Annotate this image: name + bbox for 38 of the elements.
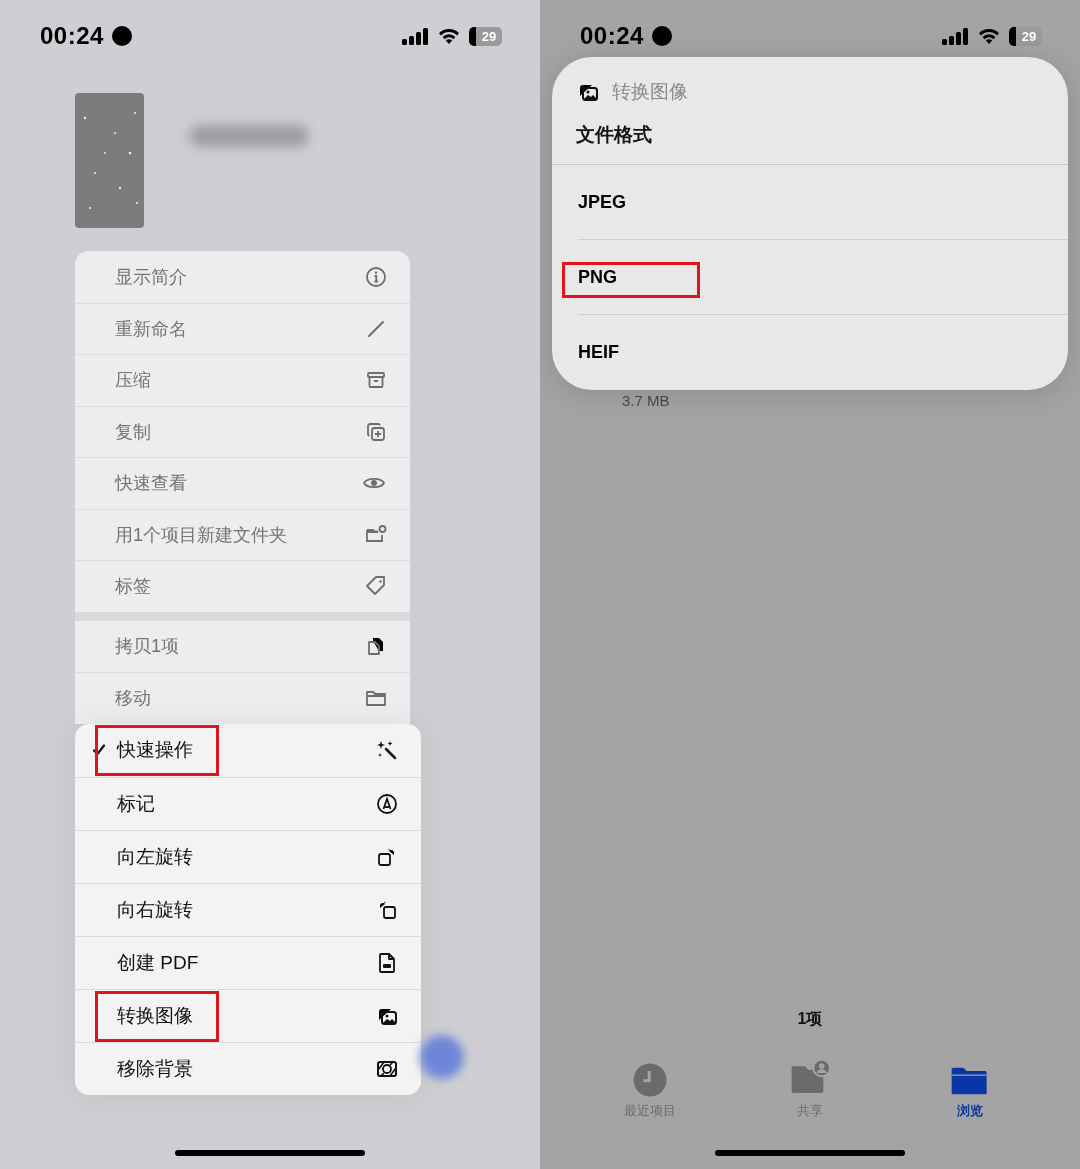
menu-subtitle: 文件格式: [576, 123, 653, 147]
menu-item[interactable]: 创建 PDF: [75, 935, 421, 989]
format-option[interactable]: PNG: [578, 240, 1068, 315]
menu-item[interactable]: 复制: [75, 405, 410, 457]
menu-item[interactable]: 拷贝1项: [75, 620, 410, 672]
menu-item[interactable]: 快速查看: [75, 457, 410, 509]
menu-item[interactable]: 转换图像: [75, 988, 421, 1042]
menu-item[interactable]: 快速操作: [75, 723, 421, 777]
menu-item[interactable]: 重新命名: [75, 302, 410, 354]
info-icon: [364, 264, 388, 289]
status-time: 00:24: [580, 22, 644, 50]
format-option[interactable]: HEIF: [578, 315, 1068, 390]
menu-item[interactable]: 向右旋转: [75, 882, 421, 936]
item-count: 1项: [796, 1009, 824, 1029]
pen-tip-icon: [375, 791, 399, 816]
format-option[interactable]: JPEG: [578, 165, 1068, 240]
recording-dot: [111, 26, 132, 46]
menu-item[interactable]: 用1个项目新建文件夹: [75, 508, 410, 560]
menu-item[interactable]: 压缩: [75, 354, 410, 406]
tab[interactable]: 浏览: [910, 1058, 1030, 1120]
menu-item[interactable]: 向左旋转: [75, 829, 421, 883]
menu-item[interactable]: 移动: [75, 672, 410, 724]
wifi-icon: [977, 27, 1001, 45]
battery-indicator: 29: [1009, 26, 1042, 46]
signal-icon: [402, 27, 429, 45]
recording-dot: [651, 26, 672, 46]
signal-icon: [942, 27, 969, 45]
menu-title: 转换图像: [612, 80, 688, 104]
status-time: 00:24: [40, 22, 104, 50]
file-size: 3.7 MB: [622, 392, 671, 409]
menu-item[interactable]: 标记: [75, 776, 421, 830]
wifi-icon: [437, 27, 461, 45]
menu-item[interactable]: 移除背景: [75, 1041, 421, 1095]
menu-item[interactable]: 标签: [75, 560, 410, 612]
battery-indicator: 29: [469, 26, 502, 46]
tab[interactable]: 共享: [750, 1058, 870, 1120]
menu-item[interactable]: 显示简介: [75, 251, 410, 303]
clock-icon: [632, 1062, 668, 1098]
